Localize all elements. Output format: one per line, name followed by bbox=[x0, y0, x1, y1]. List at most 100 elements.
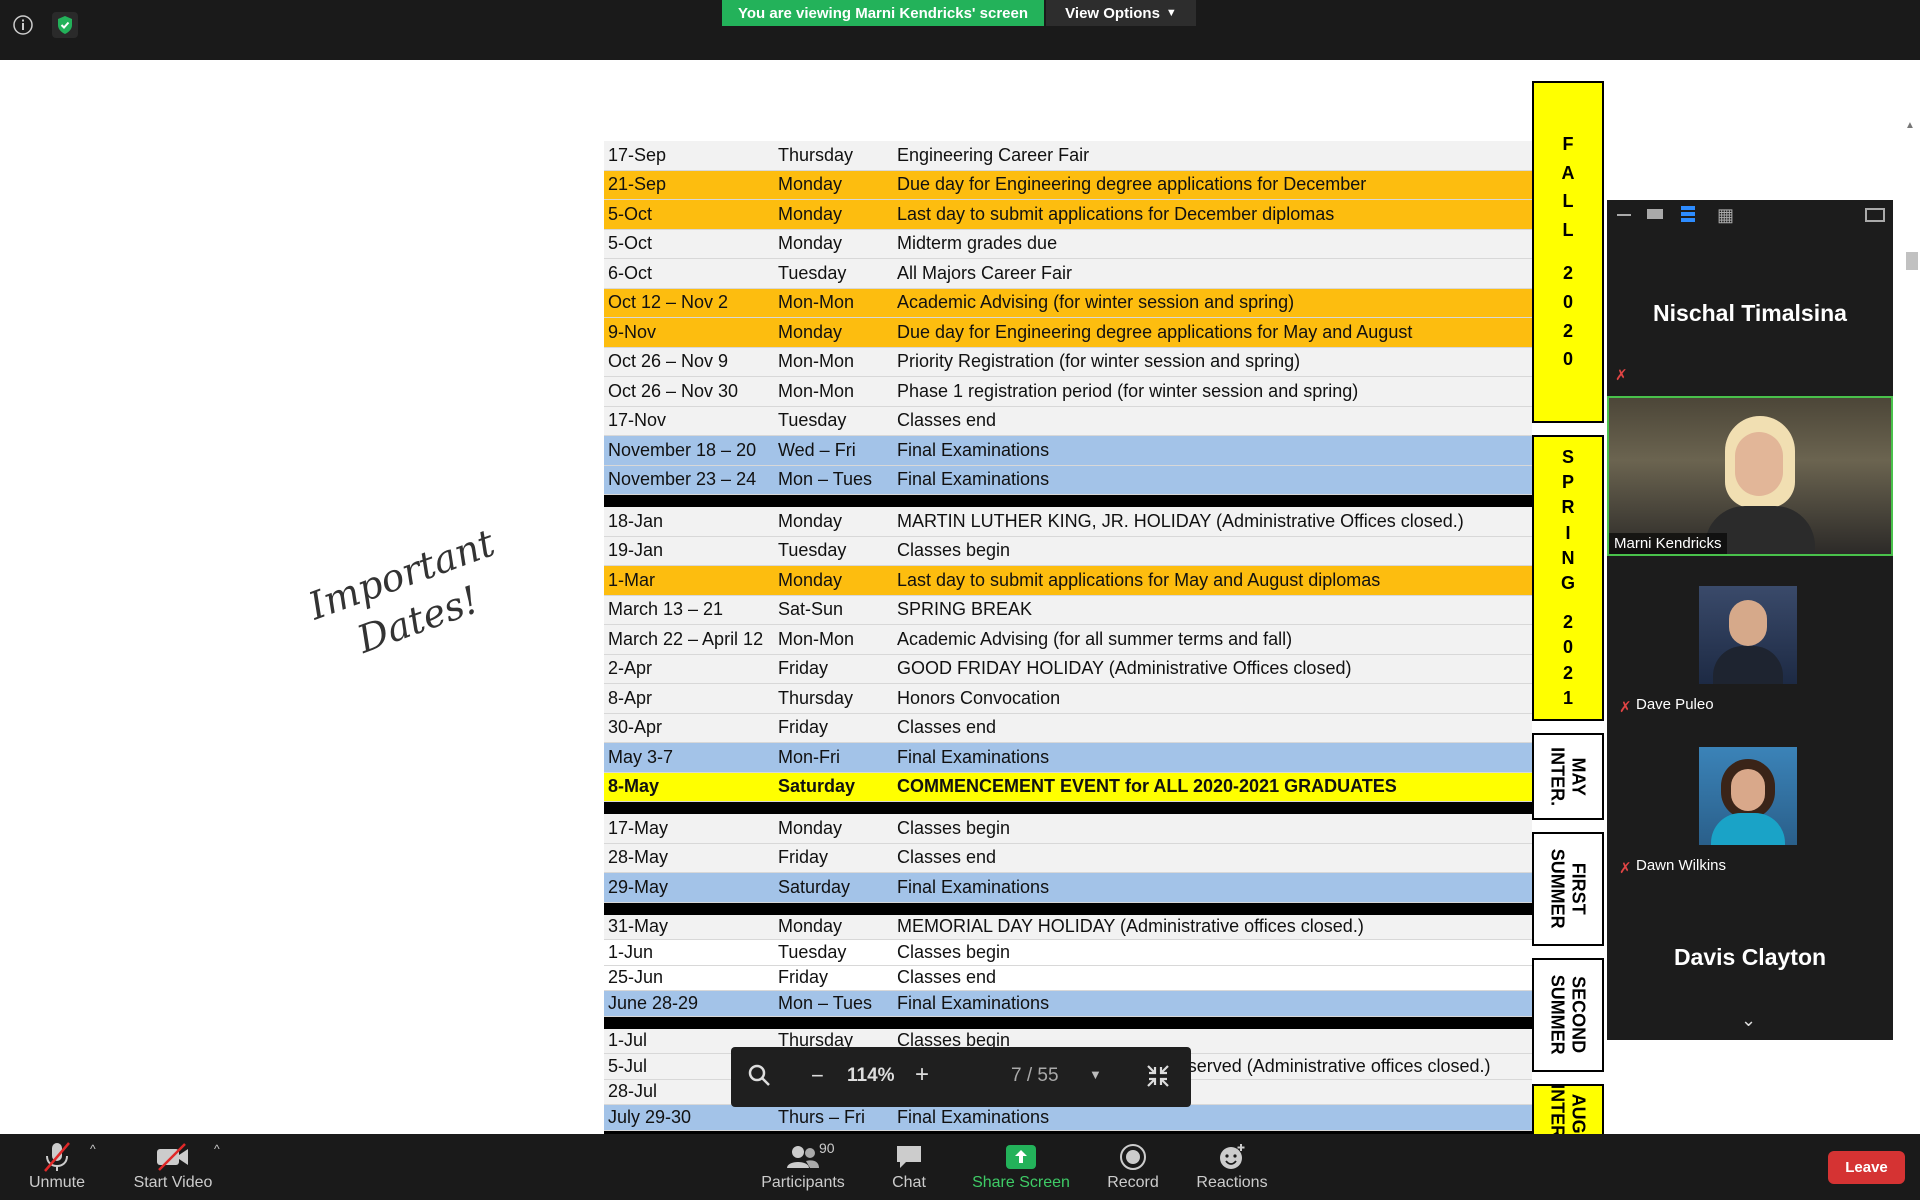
cell-day: Mon-Mon bbox=[778, 351, 855, 372]
cell-date: Oct 26 – Nov 9 bbox=[608, 351, 729, 372]
cell-day: Thurs – Fri bbox=[778, 1106, 866, 1127]
exit-fullscreen-icon[interactable] bbox=[1145, 1063, 1171, 1095]
term-label-char: I bbox=[1565, 522, 1571, 543]
smiley-reaction-icon bbox=[1217, 1140, 1247, 1174]
term-label-char: 2 bbox=[1562, 662, 1573, 683]
table-row: Oct 26 – Nov 9 Mon-Mon Priority Registrati… bbox=[604, 347, 1532, 377]
cell-date: 29-May bbox=[608, 876, 669, 897]
cell-date: 17-Sep bbox=[608, 144, 667, 165]
table-row: November 18 – 20 Wed – Fri Final Examinati… bbox=[604, 436, 1532, 466]
cell-event: Honors Convocation bbox=[897, 687, 1061, 708]
muted-mic-icon: ✗ bbox=[1619, 860, 1632, 877]
zoom-in-icon[interactable]: + bbox=[915, 1061, 929, 1089]
video-off-icon bbox=[155, 1140, 191, 1174]
share-screen-icon bbox=[1005, 1140, 1037, 1174]
cell-date: June 28-29 bbox=[608, 992, 699, 1013]
cell-date: 8-May bbox=[608, 776, 660, 797]
participant-tile-davis[interactable]: Davis Clayton bbox=[1607, 944, 1893, 971]
participants-label: Participants bbox=[761, 1174, 845, 1191]
first-summer-group: 31-May Monday MEMORIAL DAY HOLIDAY (Admini… bbox=[604, 914, 1532, 1017]
view-options-button[interactable]: View Options ▼ bbox=[1046, 0, 1196, 26]
search-icon[interactable] bbox=[747, 1063, 771, 1093]
page-dropdown-chevron-icon[interactable]: ▼ bbox=[1089, 1067, 1102, 1082]
audio-options-caret-icon[interactable]: ^ bbox=[90, 1142, 96, 1156]
cell-date: November 23 – 24 bbox=[608, 469, 757, 490]
participant-tile-dave[interactable]: ✗ Dave Puleo bbox=[1607, 586, 1893, 736]
chat-label: Chat bbox=[892, 1174, 926, 1191]
participant-name-label: Dave Puleo bbox=[1636, 696, 1714, 713]
cell-event: MEMORIAL DAY HOLIDAY (Administrative off… bbox=[897, 916, 1364, 937]
share-screen-button[interactable]: Share Screen bbox=[966, 1140, 1076, 1192]
cell-day: Friday bbox=[778, 967, 829, 988]
cell-event: Classes begin bbox=[897, 941, 1011, 962]
cell-event: Classes end bbox=[897, 717, 997, 738]
scroll-down-chevron-icon[interactable]: ⌄ bbox=[1741, 1010, 1756, 1031]
term-label-char: L bbox=[1562, 220, 1574, 241]
cell-day: Friday bbox=[778, 658, 829, 679]
cell-event: Last day to submit applications for Dece… bbox=[897, 203, 1335, 224]
cell-day: Friday bbox=[778, 847, 829, 868]
meeting-top-bar: You are viewing Marni Kendricks' screen … bbox=[0, 0, 1920, 60]
chat-button[interactable]: Chat bbox=[854, 1140, 964, 1192]
pop-out-icon[interactable] bbox=[1865, 208, 1885, 222]
cell-event: GOOD FRIDAY HOLIDAY (Administrative Offi… bbox=[897, 658, 1352, 679]
info-icon[interactable] bbox=[10, 12, 36, 38]
cell-date: 1-Mar bbox=[608, 569, 656, 590]
scroll-up-arrow-icon[interactable]: ▲ bbox=[1905, 120, 1915, 131]
table-row: March 13 – 21 Sat-Sun SPRING BREAK bbox=[604, 595, 1532, 625]
participants-video-panel: ▦ Nischal Timalsina ✗ Marni Kendricks ✗ … bbox=[1607, 200, 1893, 1040]
participant-tile-dawn[interactable]: ✗ Dawn Wilkins bbox=[1607, 747, 1893, 897]
cell-event: SPRING BREAK bbox=[897, 599, 1033, 620]
table-row: 8-May Saturday COMMENCEMENT EVENT for ALL … bbox=[604, 772, 1532, 802]
panel-toolbar: ▦ bbox=[1607, 200, 1893, 240]
cell-day: Sat-Sun bbox=[778, 599, 844, 620]
video-options-caret-icon[interactable]: ^ bbox=[214, 1142, 220, 1156]
participants-button[interactable]: 90 Participants bbox=[748, 1140, 858, 1192]
presenter-face bbox=[1735, 432, 1783, 496]
muted-mic-icon: ✗ bbox=[1619, 699, 1632, 716]
minimize-icon[interactable] bbox=[1617, 214, 1631, 216]
record-label: Record bbox=[1107, 1174, 1159, 1191]
cell-event: COMMENCEMENT EVENT for ALL 2020-2021 GRA… bbox=[897, 776, 1397, 797]
cell-event: Priority Registration (for winter sessio… bbox=[897, 351, 1301, 372]
gallery-view-icon[interactable]: ▦ bbox=[1717, 205, 1734, 226]
participant-tile-nischal[interactable]: Nischal Timalsina ✗ bbox=[1607, 300, 1893, 384]
cell-date: 1-Jun bbox=[608, 941, 654, 962]
cell-date: 21-Sep bbox=[608, 174, 667, 195]
cell-day: Monday bbox=[778, 510, 843, 531]
zoom-out-icon[interactable]: − bbox=[811, 1063, 824, 1089]
table-row: 6-Oct Tuesday All Majors Career Fair bbox=[604, 259, 1532, 289]
security-shield-icon[interactable] bbox=[52, 12, 78, 38]
table-row: March 22 – April 12 Mon-Mon Academic Advis… bbox=[604, 625, 1532, 655]
leave-meeting-button[interactable]: Leave bbox=[1828, 1151, 1905, 1184]
cell-day: Monday bbox=[778, 817, 843, 838]
strip-view-icon[interactable] bbox=[1681, 206, 1695, 222]
cell-date: 19-Jan bbox=[608, 540, 664, 561]
cell-event: Final Examinations bbox=[897, 992, 1050, 1013]
table-row: June 28-29 Mon – Tues Final Examinations bbox=[604, 991, 1532, 1017]
term-label-char: 2 bbox=[1562, 263, 1573, 283]
table-row: 17-May Monday Classes begin bbox=[604, 814, 1532, 844]
table-row: 25-Jun Friday Classes end bbox=[604, 965, 1532, 991]
cell-day: Mon – Tues bbox=[778, 469, 873, 490]
vertical-scrollbar[interactable]: ▲ ▼ bbox=[1903, 120, 1920, 1134]
cell-day: Mon – Tues bbox=[778, 992, 873, 1013]
page-indicator: 7 / 55 bbox=[1011, 1065, 1059, 1086]
record-button[interactable]: Record bbox=[1078, 1140, 1188, 1192]
table-row: 18-Jan Monday MARTIN LUTHER KING, JR. HOLI… bbox=[604, 507, 1532, 537]
start-video-button[interactable]: Start Video bbox=[118, 1140, 228, 1192]
cell-date: 5-Jul bbox=[608, 1055, 648, 1076]
speaker-view-icon[interactable] bbox=[1647, 209, 1663, 219]
cell-day: Saturday bbox=[778, 876, 851, 897]
participant-video-marni[interactable]: Marni Kendricks bbox=[1607, 396, 1893, 556]
section-divider bbox=[604, 902, 1532, 915]
table-row: 29-May Saturday Final Examinations bbox=[604, 873, 1532, 903]
reactions-button[interactable]: Reactions bbox=[1177, 1140, 1287, 1192]
cell-event: Classes end bbox=[897, 410, 997, 431]
zoom-level: 114% bbox=[847, 1065, 895, 1086]
cell-day: Mon-Mon bbox=[778, 380, 855, 401]
cell-day: Monday bbox=[778, 321, 843, 342]
scrollbar-thumb[interactable] bbox=[1906, 252, 1918, 270]
cell-date: November 18 – 20 bbox=[608, 439, 757, 460]
table-row: 17-Sep Thursday Engineering Career Fair bbox=[604, 141, 1532, 171]
